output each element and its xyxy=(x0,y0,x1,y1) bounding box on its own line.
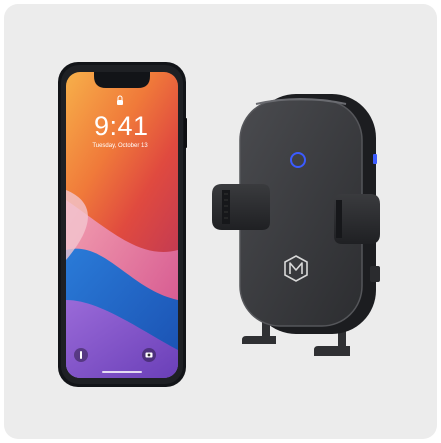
holder-arm-left xyxy=(212,184,270,230)
car-phone-holder xyxy=(212,94,380,356)
